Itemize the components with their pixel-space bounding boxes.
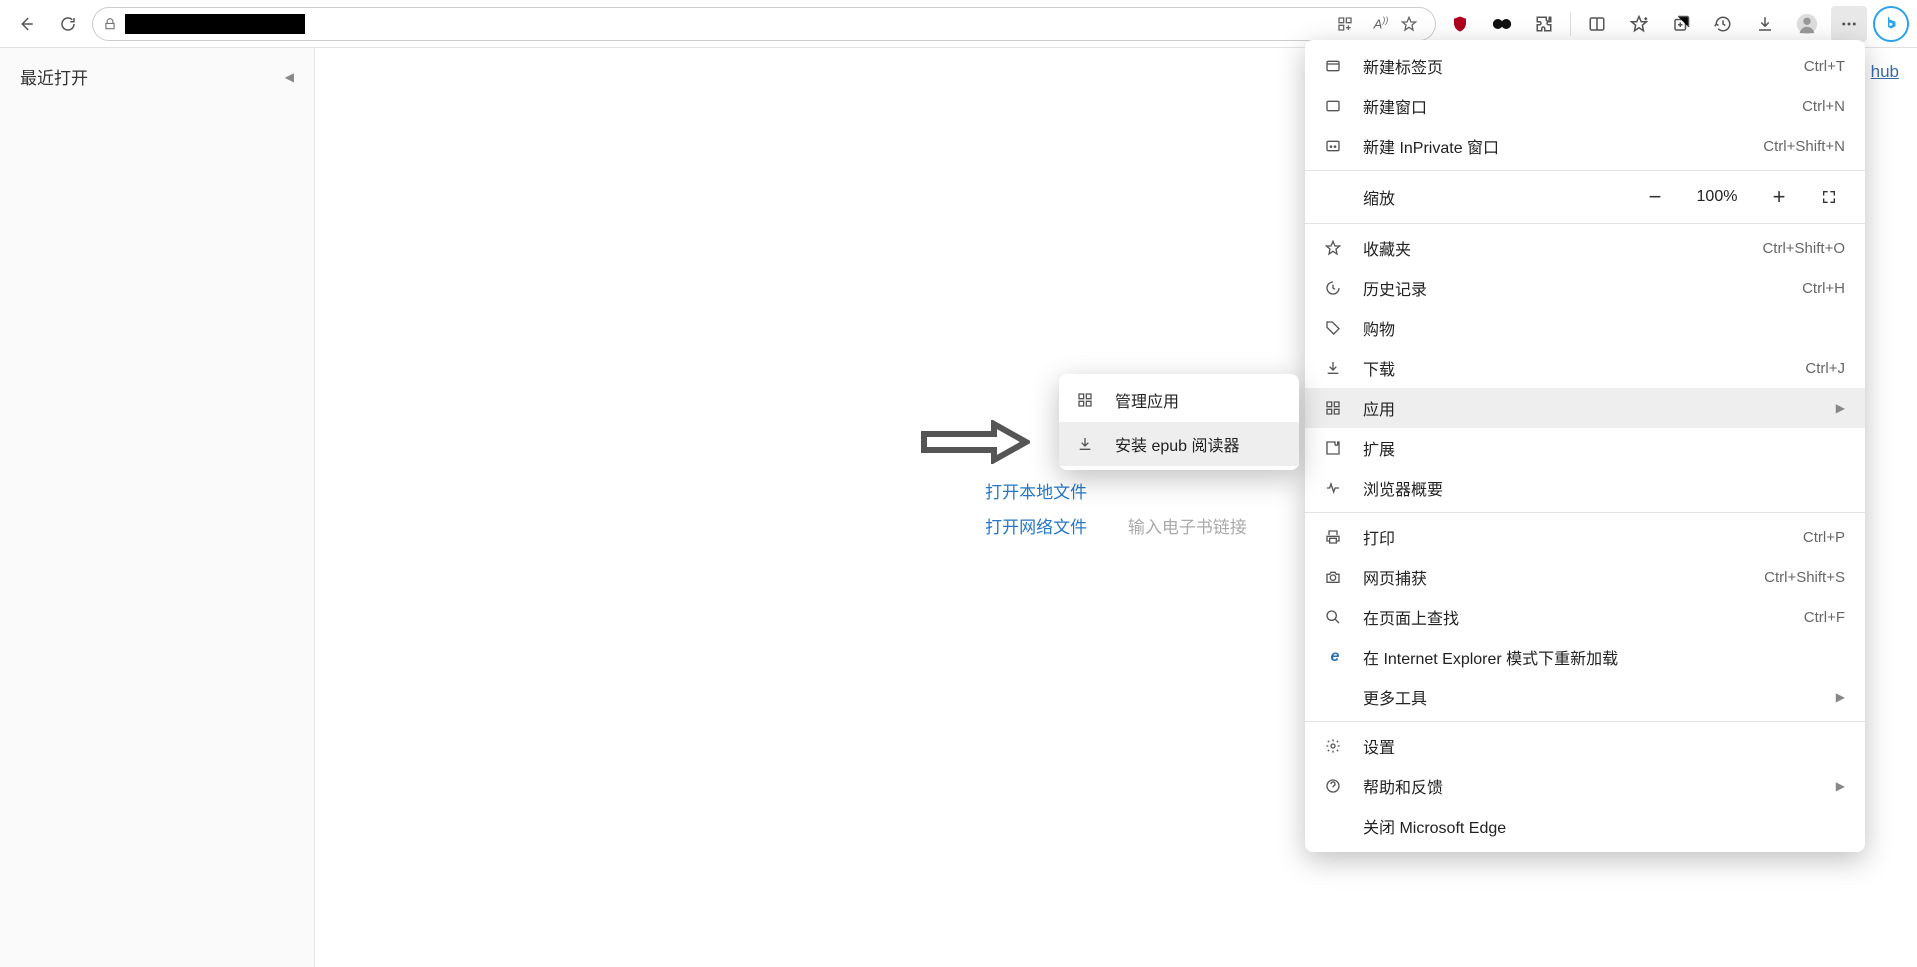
annotation-arrow-icon [920,420,1030,464]
chevron-right-icon: ▶ [1836,690,1845,704]
download-icon [1077,436,1097,452]
menu-web-capture[interactable]: 网页捕获 Ctrl+Shift+S [1305,557,1865,597]
hub-link[interactable]: hub [1871,62,1899,82]
remote-file-hint: 输入电子书链接 [1128,518,1247,537]
heartbeat-icon [1325,480,1345,496]
collections-button[interactable] [1663,6,1699,42]
menu-new-inprivate[interactable]: 新建 InPrivate 窗口 Ctrl+Shift+N [1305,126,1865,166]
menu-history[interactable]: 历史记录 Ctrl+H [1305,268,1865,308]
menu-print[interactable]: 打印 Ctrl+P [1305,517,1865,557]
help-icon [1325,778,1345,794]
extension-panda-icon[interactable] [1484,6,1520,42]
menu-downloads[interactable]: 下载 Ctrl+J [1305,348,1865,388]
zoom-in-button[interactable]: + [1763,181,1795,213]
tag-icon [1325,320,1345,336]
ublock-icon[interactable] [1442,6,1478,42]
arrow-left-icon [17,15,35,33]
puzzle-icon [1325,440,1345,456]
menu-new-tab[interactable]: 新建标签页 Ctrl+T [1305,46,1865,86]
sidebar: 最近打开 ◀ [0,48,315,967]
address-bar[interactable]: A)) [92,7,1436,41]
download-icon [1325,360,1345,376]
install-epub-item[interactable]: 安装 epub 阅读器 [1059,422,1299,466]
apps-icon [1325,400,1345,416]
menu-close-edge[interactable]: . 关闭 Microsoft Edge [1305,806,1865,846]
bing-chat-button[interactable] [1873,6,1909,42]
fullscreen-button[interactable] [1813,181,1845,213]
menu-shopping[interactable]: 购物 [1305,308,1865,348]
apps-grid-icon [1077,392,1097,408]
extensions-puzzle-icon[interactable] [1526,6,1562,42]
menu-help[interactable]: 帮助和反馈 ▶ [1305,766,1865,806]
menu-new-window[interactable]: 新建窗口 Ctrl+N [1305,86,1865,126]
ie-icon: e [1325,648,1345,666]
profile-button[interactable] [1789,6,1825,42]
manage-apps-item[interactable]: 管理应用 [1059,378,1299,422]
zoom-out-button[interactable]: − [1639,181,1671,213]
install-epub-label: 安装 epub 阅读器 [1115,432,1281,456]
zoom-label: 缩放 [1363,185,1621,209]
browser-menu: 新建标签页 Ctrl+T 新建窗口 Ctrl+N 新建 InPrivate 窗口… [1305,40,1865,852]
apps-grid-icon[interactable] [1337,16,1361,32]
manage-apps-label: 管理应用 [1115,388,1281,412]
collapse-sidebar-icon[interactable]: ◀ [285,70,294,84]
back-button[interactable] [8,6,44,42]
open-local-file-link[interactable]: 打开本地文件 [985,483,1087,502]
apps-submenu: 管理应用 安装 epub 阅读器 [1059,374,1299,470]
zoom-value: 100% [1689,188,1745,206]
menu-browser-essentials[interactable]: 浏览器概要 [1305,468,1865,508]
inprivate-icon [1325,138,1345,154]
menu-ie-mode[interactable]: e 在 Internet Explorer 模式下重新加载 [1305,637,1865,677]
favorite-star-icon[interactable] [1401,16,1425,32]
history-button[interactable] [1705,6,1741,42]
gear-icon [1325,738,1345,754]
chevron-right-icon: ▶ [1836,401,1845,415]
sidebar-title: 最近打开 [20,64,88,89]
window-icon [1325,98,1345,114]
refresh-button[interactable] [50,6,86,42]
camera-icon [1325,569,1345,585]
menu-more-tools[interactable]: . 更多工具 ▶ [1305,677,1865,717]
address-redacted [125,14,305,34]
refresh-icon [59,15,77,33]
read-aloud-icon[interactable]: A)) [1369,15,1393,31]
more-menu-button[interactable] [1831,6,1867,42]
split-screen-icon[interactable] [1579,6,1615,42]
print-icon [1325,529,1345,545]
menu-favorites[interactable]: 收藏夹 Ctrl+Shift+O [1305,228,1865,268]
menu-zoom-row: . 缩放 − 100% + [1305,175,1865,219]
star-icon [1325,240,1345,256]
search-icon [1325,609,1345,625]
chevron-right-icon: ▶ [1836,779,1845,793]
open-remote-file-link[interactable]: 打开网络文件 [985,518,1087,537]
center-links: 打开本地文件 打开网络文件 输入电子书链接 [985,468,1247,548]
history-icon [1325,280,1345,296]
menu-settings[interactable]: 设置 [1305,726,1865,766]
menu-apps[interactable]: 应用 ▶ [1305,388,1865,428]
lock-icon [103,17,117,31]
favorites-button[interactable] [1621,6,1657,42]
downloads-button[interactable] [1747,6,1783,42]
menu-find[interactable]: 在页面上查找 Ctrl+F [1305,597,1865,637]
new-tab-icon [1325,58,1345,74]
menu-extensions[interactable]: 扩展 [1305,428,1865,468]
